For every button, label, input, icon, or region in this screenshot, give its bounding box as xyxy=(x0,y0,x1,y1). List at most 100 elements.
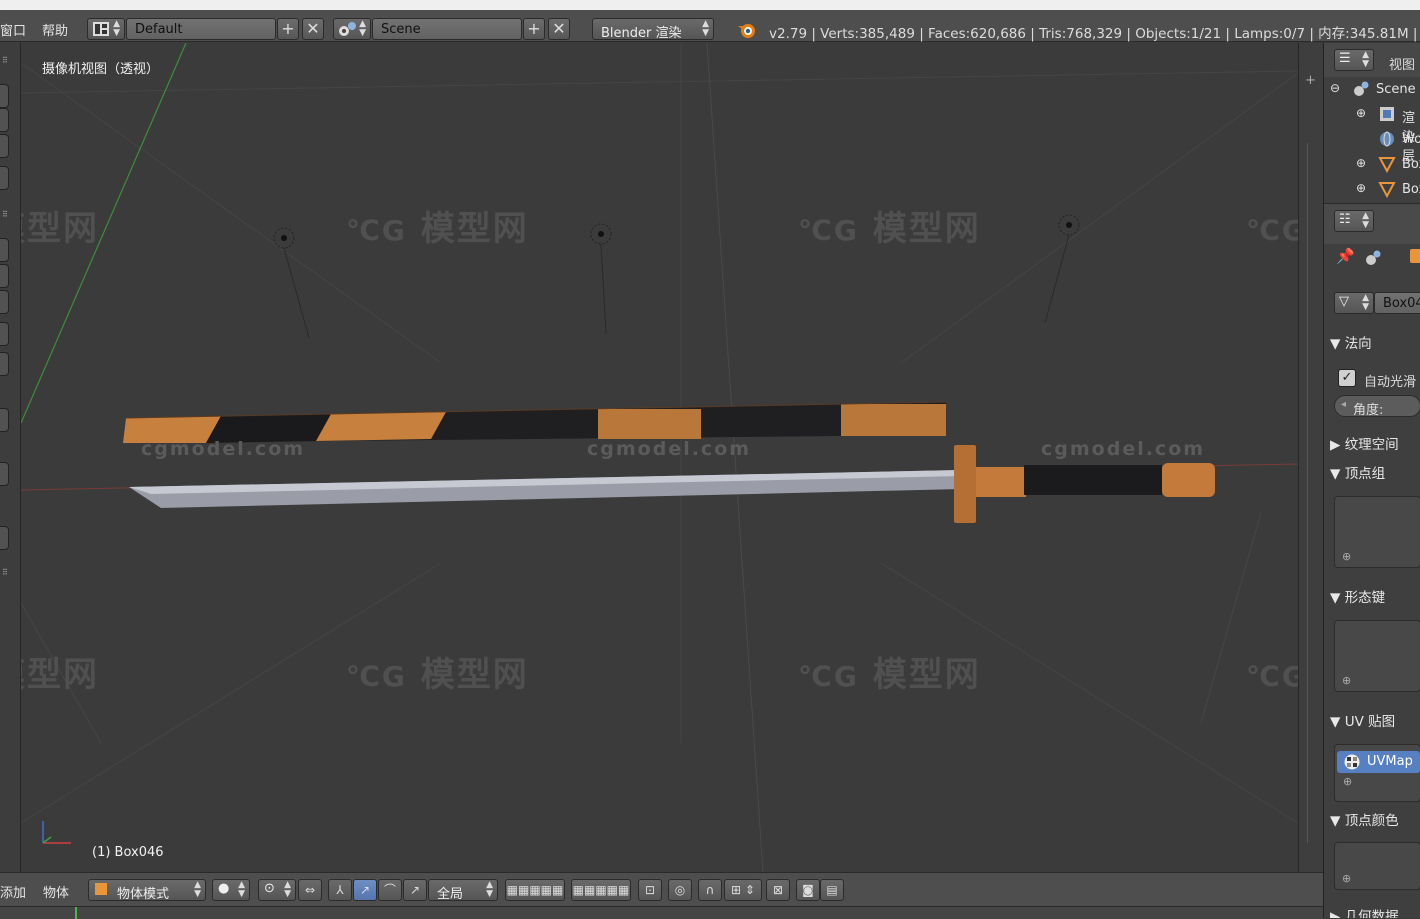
mesh-name-field[interactable]: Box046 xyxy=(1374,292,1420,314)
delete-scene-button[interactable]: ✕ xyxy=(548,18,570,40)
angle-field[interactable]: ◂ 角度: xyxy=(1334,395,1420,418)
sword-scabbard xyxy=(123,401,947,443)
sword-blade xyxy=(129,470,961,508)
watermark: 模型网 xyxy=(21,209,99,249)
tool-tab[interactable] xyxy=(0,352,9,376)
properties-icon: ☷ xyxy=(1339,212,1351,227)
uv-map-item[interactable]: UVMap xyxy=(1337,751,1420,773)
drag-grip-icon[interactable]: ⠿ xyxy=(2,210,8,219)
mesh-data-select[interactable]: ▽ ▲ ▼ xyxy=(1334,292,1374,314)
outliner-item-render-layers[interactable]: ⊕ 渲染层 xyxy=(1324,104,1420,164)
panel-shape-keys[interactable]: ▼ 形态键 xyxy=(1330,586,1420,606)
watermark: ℃G 模型网 xyxy=(798,655,981,695)
add-vertex-color-icon[interactable]: ⊕ xyxy=(1342,872,1351,885)
panel-uv-maps[interactable]: ▼ UV 贴图 xyxy=(1330,710,1420,730)
pivot-point-select[interactable]: ⊙ ▲ ▼ xyxy=(258,879,296,901)
uv-maps-list[interactable]: UVMap ⊕ xyxy=(1334,744,1420,802)
object-icon xyxy=(1410,249,1420,263)
tool-tab[interactable] xyxy=(0,408,9,432)
tool-tab[interactable] xyxy=(0,526,9,550)
delete-layout-button[interactable]: ✕ xyxy=(302,18,324,40)
timeline-strip[interactable] xyxy=(0,906,1323,919)
menu-object[interactable]: 物体 xyxy=(43,882,69,901)
tool-tab[interactable] xyxy=(0,84,9,108)
layers-group-2[interactable]: ▦▦▦▦▦ xyxy=(571,879,631,901)
render-engine-select[interactable]: Blender 渲染 ▲ ▼ xyxy=(592,18,714,41)
current-frame-marker[interactable] xyxy=(75,907,77,919)
render-layers-icon xyxy=(1378,105,1396,127)
outliner-item-box[interactable]: ⊕ Box xyxy=(1324,179,1420,203)
menu-add[interactable]: 添加 xyxy=(0,882,26,901)
outliner-view-menu[interactable]: 视图 xyxy=(1389,54,1415,73)
expand-icon[interactable]: ⊕ xyxy=(1356,181,1366,195)
collapse-icon[interactable]: ⊖ xyxy=(1330,81,1340,95)
panel-texture-space[interactable]: ▶ 纹理空间 xyxy=(1330,433,1420,453)
3d-viewport[interactable]: 模型网 ℃G 模型网 ℃G 模型网 ℃G 模型网 模型网 ℃G 模型网 ℃G 模… xyxy=(21,43,1298,872)
tool-tab[interactable] xyxy=(0,238,9,262)
tool-tab[interactable] xyxy=(0,290,9,314)
outliner-item-world[interactable]: World xyxy=(1324,129,1420,153)
watermark-url: cgmodel.com xyxy=(1041,438,1206,460)
drag-grip-icon[interactable]: ⠿ xyxy=(2,56,8,65)
panel-geometry-data[interactable]: ▶ 几何数据 xyxy=(1330,905,1420,918)
tool-tab[interactable] xyxy=(0,322,9,346)
translate-widget-button[interactable]: ⅄ xyxy=(328,879,352,901)
expand-icon[interactable]: ⊕ xyxy=(1356,106,1366,120)
chevron-updown-icon: ▲ ▼ xyxy=(1362,50,1369,69)
expand-icon[interactable]: ⊕ xyxy=(1356,156,1366,170)
tool-tab[interactable] xyxy=(0,462,9,486)
viewport-title: 摄像机视图（透视） xyxy=(42,62,160,77)
layers-grid-icon: ▦▦▦▦▦ xyxy=(506,883,564,897)
layers-group-1[interactable]: ▦▦▦▦▦ xyxy=(505,879,565,901)
snap-target-button[interactable]: ⊠ xyxy=(766,879,790,901)
outliner-item-scene[interactable]: ⊖ Scene xyxy=(1324,79,1420,103)
panel-normals[interactable]: ▼ 法向 xyxy=(1330,332,1420,352)
add-vertex-group-icon[interactable]: ⊕ xyxy=(1342,550,1351,563)
render-animation-button[interactable]: ▤ xyxy=(820,879,844,901)
proportional-edit-button[interactable]: ◎ xyxy=(668,879,692,901)
render-opengl-button[interactable]: ◙ xyxy=(796,879,820,901)
interaction-mode-label: 物体模式 xyxy=(117,887,170,902)
transform-orientation-select[interactable]: 全局 ▲ ▼ xyxy=(428,879,498,902)
pin-icon[interactable]: 📌 xyxy=(1336,247,1355,265)
screen-layout-field[interactable]: Default xyxy=(126,18,276,40)
lock-layers-button[interactable]: ⊡ xyxy=(638,879,662,901)
snap-element-select[interactable]: ⊞ ⇕ xyxy=(724,879,762,901)
lamp-3 xyxy=(1044,214,1080,324)
menu-window[interactable]: 窗口 xyxy=(0,20,26,39)
add-scene-button[interactable]: + xyxy=(523,18,545,40)
interaction-mode-select[interactable]: 物体模式 ▲ ▼ xyxy=(88,879,206,902)
scene-icon-button[interactable]: ▲ ▼ xyxy=(333,18,371,40)
panel-vertex-groups[interactable]: ▼ 顶点组 xyxy=(1330,462,1420,482)
screen-layout-icon-button[interactable]: ▲ ▼ xyxy=(87,18,125,40)
chevron-updown-icon: ▲ ▼ xyxy=(486,880,493,899)
manipulator-toggle-button[interactable]: ⇔ xyxy=(298,879,322,901)
auto-smooth-checkbox[interactable]: ✓ xyxy=(1338,369,1356,387)
editor-type-select[interactable]: ☷ ▲ ▼ xyxy=(1334,210,1374,232)
outliner-item-box[interactable]: ⊕ Box xyxy=(1324,154,1420,178)
viewport-shading-select[interactable]: ● ▲ ▼ xyxy=(212,879,250,901)
add-layout-button[interactable]: + xyxy=(277,18,299,40)
tool-tab[interactable] xyxy=(0,108,9,132)
viewport-region-strip: + xyxy=(1298,43,1323,872)
menu-help[interactable]: 帮助 xyxy=(42,20,68,39)
tool-tab[interactable] xyxy=(0,166,9,190)
tool-tab[interactable] xyxy=(0,264,9,288)
pivot-icon: ⊙ xyxy=(264,881,275,896)
panel-vertex-colors[interactable]: ▼ 顶点颜色 xyxy=(1330,809,1420,829)
rotate-widget-button[interactable]: ⌒ xyxy=(378,879,402,901)
add-shape-key-icon[interactable]: ⊕ xyxy=(1342,674,1351,687)
scene-name-field[interactable]: Scene xyxy=(372,18,522,40)
scale-icon: ↗ xyxy=(409,883,421,897)
plus-icon[interactable]: + xyxy=(1305,73,1316,88)
watermark: ℃G 模型网 xyxy=(1246,214,1298,247)
snap-toggle-button[interactable]: ∩ xyxy=(698,879,722,901)
scale-widget-button[interactable]: ↗ xyxy=(403,879,427,901)
move-widget-button[interactable]: ↗ xyxy=(353,879,377,901)
tool-tab[interactable] xyxy=(0,134,9,158)
outliner-display-select[interactable]: ☰ ▲ ▼ xyxy=(1334,49,1374,71)
watermark-url: cgmodel.com xyxy=(587,438,752,460)
add-uv-map-icon[interactable]: ⊕ xyxy=(1343,775,1352,788)
drag-grip-icon[interactable]: ⠿ xyxy=(2,568,8,577)
active-object-label: (1) Box046 xyxy=(92,845,164,860)
